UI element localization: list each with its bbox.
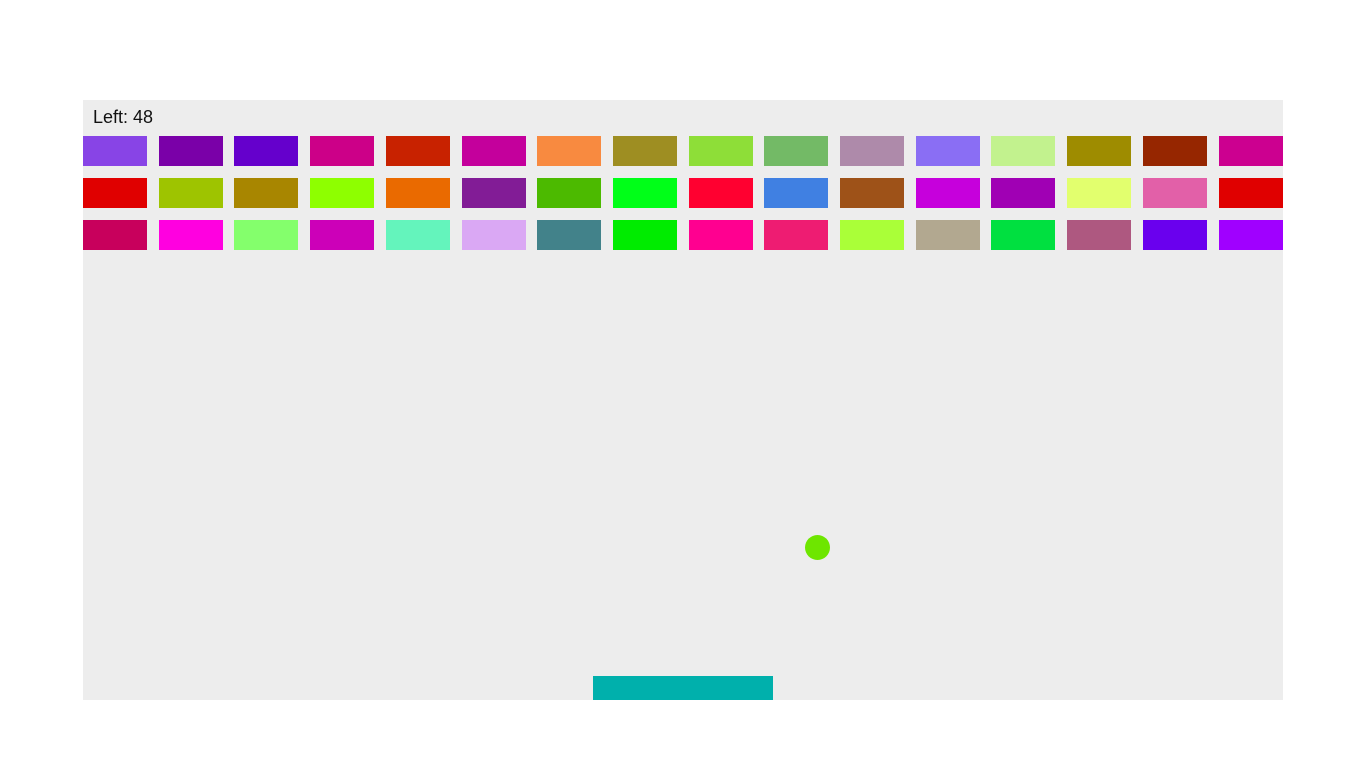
brick xyxy=(310,136,374,166)
brick xyxy=(386,136,450,166)
brick xyxy=(916,136,980,166)
brick xyxy=(613,136,677,166)
brick xyxy=(916,178,980,208)
brick xyxy=(159,220,223,250)
brick xyxy=(386,220,450,250)
brick xyxy=(764,136,828,166)
brick xyxy=(1219,136,1283,166)
brick xyxy=(159,136,223,166)
ball xyxy=(805,535,830,560)
brick xyxy=(310,220,374,250)
brick xyxy=(1067,220,1131,250)
brick xyxy=(1067,178,1131,208)
brick xyxy=(159,178,223,208)
brick xyxy=(689,178,753,208)
bricks-left-counter: Left: 48 xyxy=(93,107,153,127)
brick xyxy=(462,136,526,166)
brick xyxy=(1219,178,1283,208)
brick xyxy=(1143,220,1207,250)
brick xyxy=(689,136,753,166)
brick xyxy=(840,178,904,208)
paddle[interactable] xyxy=(593,676,773,700)
brick xyxy=(840,136,904,166)
brick xyxy=(386,178,450,208)
brick xyxy=(462,220,526,250)
brick xyxy=(462,178,526,208)
brick xyxy=(764,178,828,208)
brick xyxy=(991,220,1055,250)
brick xyxy=(537,220,601,250)
game-canvas[interactable]: Left: 48 xyxy=(83,100,1283,700)
bricks-left-value: 48 xyxy=(133,107,154,127)
brick xyxy=(991,178,1055,208)
brick xyxy=(310,178,374,208)
brick xyxy=(83,178,147,208)
brick xyxy=(1143,178,1207,208)
brick xyxy=(537,178,601,208)
brick xyxy=(1219,220,1283,250)
brick xyxy=(916,220,980,250)
brick xyxy=(537,136,601,166)
brick xyxy=(840,220,904,250)
bricks-left-label: Left: xyxy=(93,107,129,127)
brick xyxy=(613,220,677,250)
brick xyxy=(689,220,753,250)
brick xyxy=(991,136,1055,166)
brick xyxy=(234,220,298,250)
brick xyxy=(1143,136,1207,166)
brick xyxy=(234,178,298,208)
brick xyxy=(764,220,828,250)
brick xyxy=(234,136,298,166)
brick xyxy=(83,220,147,250)
brick xyxy=(83,136,147,166)
brick xyxy=(613,178,677,208)
brick xyxy=(1067,136,1131,166)
